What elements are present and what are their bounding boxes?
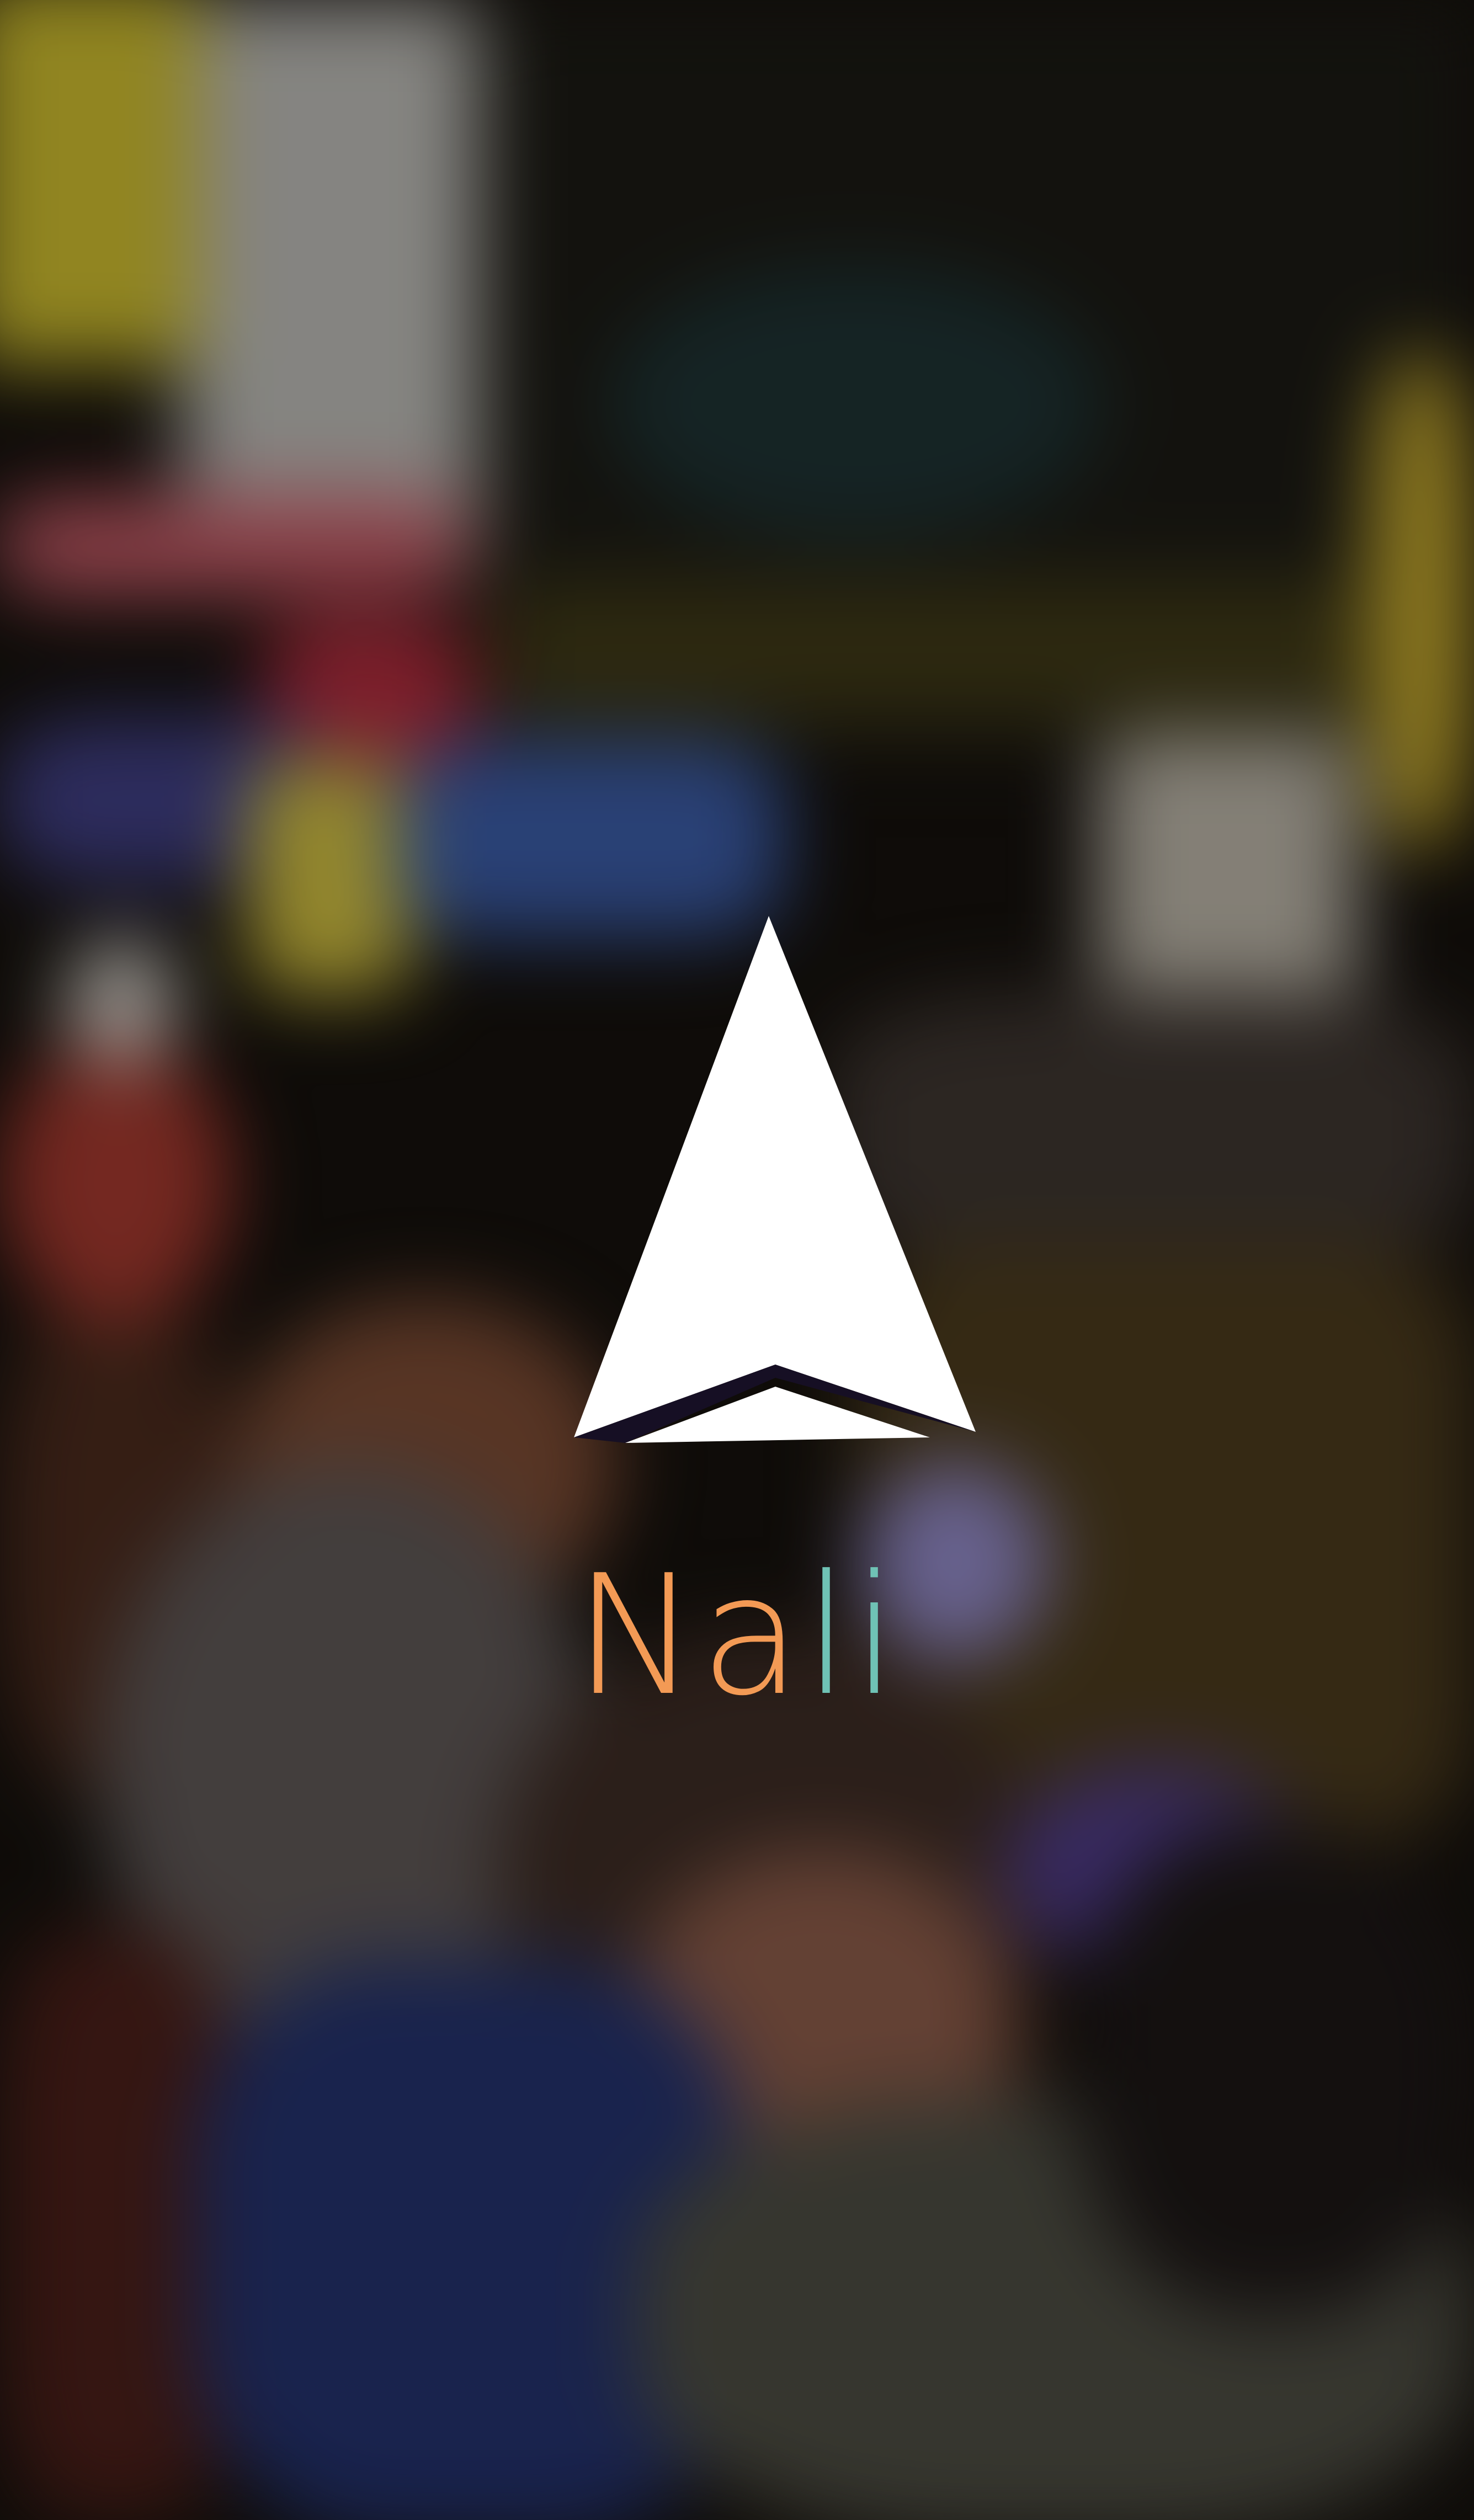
- splash-screen: Nali: [0, 0, 1474, 2520]
- navigation-arrow-icon: [574, 916, 976, 1443]
- app-name-part-2: li: [803, 1539, 900, 1732]
- app-name-part-1: Na: [574, 1539, 804, 1732]
- app-logo: [571, 913, 980, 1448]
- app-name-title: Nali: [0, 1545, 1474, 1727]
